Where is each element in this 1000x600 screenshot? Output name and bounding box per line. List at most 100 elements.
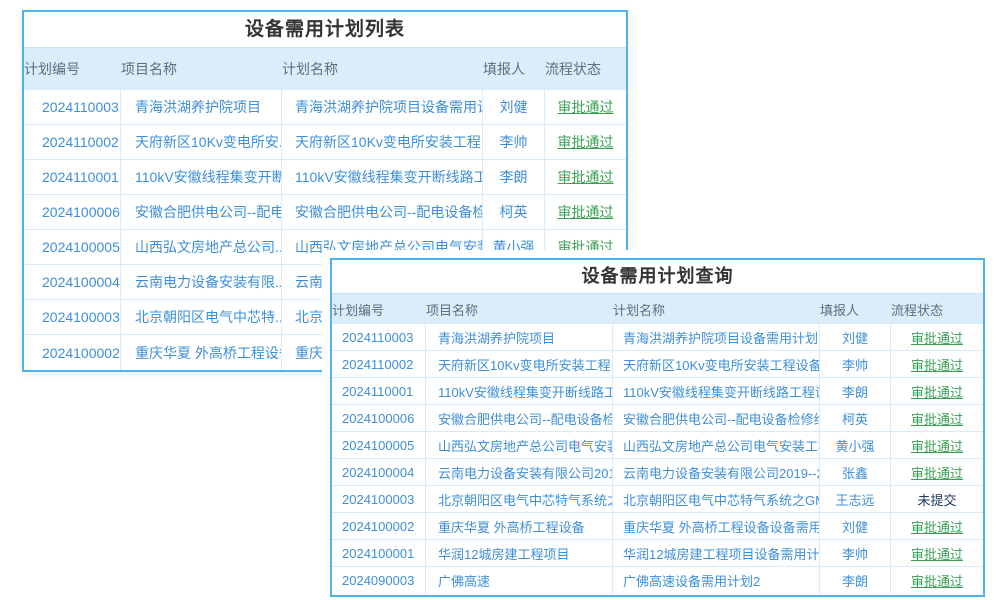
plan-query-title: 设备需用计划查询 [332, 260, 983, 294]
cell-plan-name: 110kV安徽线程集变开断线路工... [282, 160, 483, 194]
cell-reporter: 柯英 [483, 195, 545, 229]
header-cell-plan-name: 计划名称 [613, 294, 820, 324]
header-cell-plan-name: 计划名称 [282, 48, 483, 90]
status-link[interactable]: 审批通过 [891, 513, 983, 539]
table-row[interactable]: 2024110003 青海洪湖养护院项目 青海洪湖养护院项目设备需用计划 刘健 … [332, 324, 983, 351]
cell-project-name: 广佛高速 [426, 567, 613, 594]
cell-project-name: 安徽合肥供电公司--配电设备检修维 [426, 405, 613, 431]
cell-plan-id: 2024100005 [332, 432, 426, 458]
cell-reporter: 黄小强 [820, 432, 891, 458]
table-row[interactable]: 2024100002 重庆华夏 外高桥工程设备 重庆华夏 外高桥工程设备设备需用… [332, 513, 983, 540]
cell-plan-name: 安徽合肥供电公司--配电设备检修维护 [613, 405, 820, 431]
cell-project-name: 青海洪湖养护院项目 [121, 90, 282, 124]
status-link[interactable]: 审批通过 [545, 90, 626, 124]
table-row[interactable]: 2024110003 青海洪湖养护院项目 青海洪湖养护院项目设备需用计划 刘健 … [24, 90, 626, 125]
table-row[interactable]: 2024110002 天府新区10Kv变电所安装工程 天府新区10Kv变电所安装… [332, 351, 983, 378]
cell-reporter: 李帅 [820, 351, 891, 377]
header-cell-status: 流程状态 [891, 294, 983, 324]
cell-plan-name: 云南电力设备安装有限公司2019--202 [613, 459, 820, 485]
table-row[interactable]: 2024100004 云南电力设备安装有限公司2019--2 云南电力设备安装有… [332, 459, 983, 486]
cell-reporter: 刘健 [483, 90, 545, 124]
cell-project-name: 云南电力设备安装有限... [121, 265, 282, 299]
cell-reporter: 刘健 [820, 324, 891, 350]
cell-plan-id: 2024100002 [24, 335, 121, 370]
cell-reporter: 李帅 [483, 125, 545, 159]
cell-reporter: 张鑫 [820, 459, 891, 485]
cell-project-name: 山西弘文房地产总公司... [121, 230, 282, 264]
cell-plan-id: 2024110001 [24, 160, 121, 194]
header-cell-project-name: 项目名称 [121, 48, 282, 90]
cell-project-name: 云南电力设备安装有限公司2019--2 [426, 459, 613, 485]
plan-query-header-row: 计划编号 项目名称 计划名称 填报人 流程状态 [332, 294, 983, 324]
status-link[interactable]: 审批通过 [545, 160, 626, 194]
table-row[interactable]: 2024100003 北京朝阳区电气中芯特气系统之GM 北京朝阳区电气中芯特气系… [332, 486, 983, 513]
cell-reporter: 李帅 [820, 540, 891, 566]
header-cell-project-name: 项目名称 [426, 294, 613, 324]
status-link[interactable]: 审批通过 [891, 540, 983, 566]
table-row[interactable]: 2024100005 山西弘文房地产总公司电气安装工程 山西弘文房地产总公司电气… [332, 432, 983, 459]
status-link[interactable]: 审批通过 [891, 567, 983, 594]
plan-query-rows: 2024110003 青海洪湖养护院项目 青海洪湖养护院项目设备需用计划 刘健 … [332, 324, 983, 594]
plan-list-title: 设备需用计划列表 [24, 12, 626, 48]
cell-plan-id: 2024110003 [332, 324, 426, 350]
cell-plan-name: 青海洪湖养护院项目设备需用计划 [613, 324, 820, 350]
cell-plan-id: 2024100002 [332, 513, 426, 539]
cell-plan-id: 2024100003 [24, 300, 121, 334]
cell-plan-name: 华润12城房建工程项目设备需用计划2 [613, 540, 820, 566]
cell-project-name: 华润12城房建工程项目 [426, 540, 613, 566]
cell-plan-id: 2024100003 [332, 486, 426, 512]
status-link[interactable]: 审批通过 [891, 432, 983, 458]
page: 设备需用计划列表 计划编号 项目名称 计划名称 填报人 流程状态 2024110… [0, 0, 1000, 600]
header-cell-reporter: 填报人 [483, 48, 545, 90]
cell-reporter: 柯英 [820, 405, 891, 431]
table-row[interactable]: 2024100006 安徽合肥供电公司--配电... 安徽合肥供电公司--配电设… [24, 195, 626, 230]
header-cell-plan-id: 计划编号 [24, 48, 121, 90]
cell-reporter: 李朗 [820, 567, 891, 594]
table-row[interactable]: 2024110001 110kV安徽线程集变开断... 110kV安徽线程集变开… [24, 160, 626, 195]
cell-project-name: 重庆华夏 外高桥工程设备 [121, 335, 282, 370]
status-link[interactable]: 审批通过 [891, 351, 983, 377]
cell-reporter: 李朗 [483, 160, 545, 194]
cell-plan-name: 天府新区10Kv变电所安装工程... [282, 125, 483, 159]
cell-plan-id: 2024100006 [332, 405, 426, 431]
cell-project-name: 青海洪湖养护院项目 [426, 324, 613, 350]
cell-project-name: 110kV安徽线程集变开断线路工程 [426, 378, 613, 404]
cell-project-name: 重庆华夏 外高桥工程设备 [426, 513, 613, 539]
cell-project-name: 天府新区10Kv变电所安... [121, 125, 282, 159]
status-link[interactable]: 审批通过 [545, 195, 626, 229]
cell-plan-id: 2024110002 [24, 125, 121, 159]
cell-plan-name: 天府新区10Kv变电所安装工程设备需用 [613, 351, 820, 377]
cell-project-name: 北京朝阳区电气中芯特气系统之GM [426, 486, 613, 512]
cell-project-name: 110kV安徽线程集变开断... [121, 160, 282, 194]
cell-reporter: 刘健 [820, 513, 891, 539]
cell-plan-name: 青海洪湖养护院项目设备需用计划 [282, 90, 483, 124]
table-row[interactable]: 2024090003 广佛高速 广佛高速设备需用计划2 李朗 审批通过 [332, 567, 983, 594]
cell-plan-id: 2024100004 [332, 459, 426, 485]
table-row[interactable]: 2024100001 华润12城房建工程项目 华润12城房建工程项目设备需用计划… [332, 540, 983, 567]
cell-plan-id: 2024110001 [332, 378, 426, 404]
plan-query-window: 设备需用计划查询 计划编号 项目名称 计划名称 填报人 流程状态 2024110… [330, 258, 985, 597]
status-link[interactable]: 审批通过 [891, 459, 983, 485]
status-link[interactable]: 未提交 [891, 486, 983, 512]
cell-reporter: 李朗 [820, 378, 891, 404]
cell-reporter: 王志远 [820, 486, 891, 512]
cell-project-name: 安徽合肥供电公司--配电... [121, 195, 282, 229]
cell-project-name: 山西弘文房地产总公司电气安装工程 [426, 432, 613, 458]
cell-plan-id: 2024100001 [332, 540, 426, 566]
cell-plan-name: 山西弘文房地产总公司电气安装工程设 [613, 432, 820, 458]
table-row[interactable]: 2024110001 110kV安徽线程集变开断线路工程 110kV安徽线程集变… [332, 378, 983, 405]
table-row[interactable]: 2024100006 安徽合肥供电公司--配电设备检修维 安徽合肥供电公司--配… [332, 405, 983, 432]
table-row[interactable]: 2024110002 天府新区10Kv变电所安... 天府新区10Kv变电所安装… [24, 125, 626, 160]
cell-plan-id: 2024100006 [24, 195, 121, 229]
header-cell-reporter: 填报人 [820, 294, 891, 324]
cell-plan-id: 2024110003 [24, 90, 121, 124]
status-link[interactable]: 审批通过 [891, 378, 983, 404]
header-cell-status: 流程状态 [545, 48, 626, 90]
cell-plan-name: 北京朝阳区电气中芯特气系统之GMS [613, 486, 820, 512]
status-link[interactable]: 审批通过 [891, 405, 983, 431]
cell-plan-name: 广佛高速设备需用计划2 [613, 567, 820, 594]
cell-plan-name: 安徽合肥供电公司--配电设备检... [282, 195, 483, 229]
status-link[interactable]: 审批通过 [545, 125, 626, 159]
status-link[interactable]: 审批通过 [891, 324, 983, 350]
cell-plan-name: 重庆华夏 外高桥工程设备设备需用计划 [613, 513, 820, 539]
